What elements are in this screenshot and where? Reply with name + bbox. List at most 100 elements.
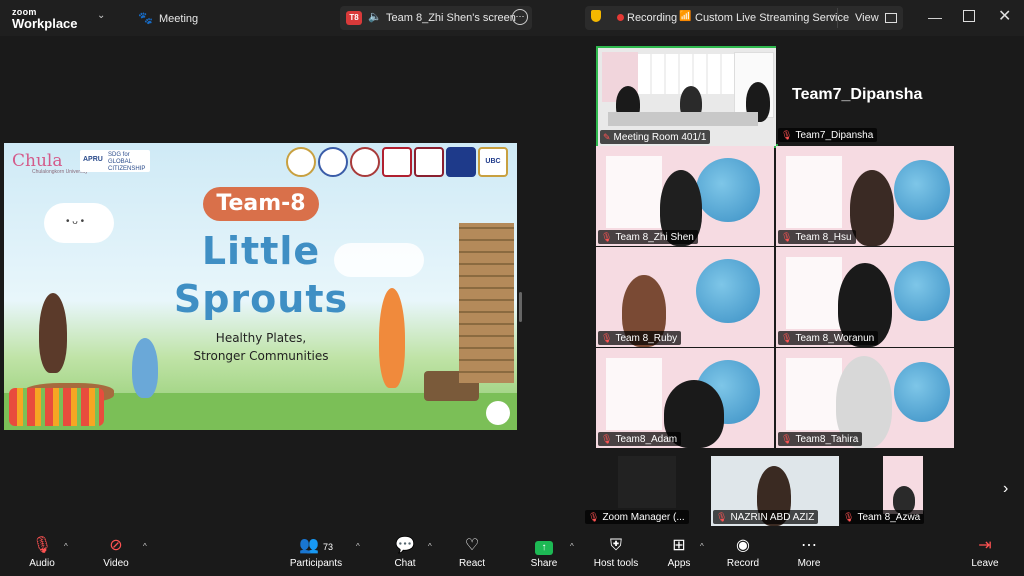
record-button[interactable]: ◉ Record [711,536,775,569]
record-icon: ◉ [736,537,750,554]
participant-name: NAZRIN ABD AZIZ [730,512,815,523]
participant-tile-tahira[interactable]: 🎙 Team8_Tahira [776,348,954,448]
video-button[interactable]: ⊘ Video [84,536,148,569]
minimize-icon[interactable]: — [928,9,942,25]
participant-tile-zoom-manager[interactable] [618,456,676,508]
share-screen-icon: ↑ [512,536,576,556]
participant-name-label: 🎙 Team8_Adam [598,432,682,446]
host-tools-button[interactable]: ⛨ Host tools [584,536,648,569]
app-logo-bottom: Workplace [12,16,78,31]
chula-logo: Chula [12,151,63,171]
mic-off-icon: 🎙 [601,333,613,343]
participant-tile-adam[interactable]: 🎙 Team8_Adam [596,348,774,448]
share-button[interactable]: ↑ Share [512,536,576,569]
participant-name-label: 🎙 Team 8_Hsu [778,230,856,244]
participant-name-label: 🎙 Team8_Tahira [778,432,863,446]
globe-illustration [894,362,950,422]
participants-options-caret[interactable]: ^ [356,542,360,551]
participant-tile-dipansha[interactable]: Team7_Dipansha 🎙 Team7_Dipansha [776,46,954,144]
chevron-down-icon[interactable]: ⌄ [97,10,105,21]
mic-off-icon: 🎙 [781,130,793,140]
participant-tile-azwa[interactable] [883,456,923,514]
shield-icon [591,10,601,22]
child-illustration [132,338,158,398]
participant-name: Team 8_Ruby [615,333,678,344]
participant-tile-ruby[interactable]: 🎙 Team 8_Ruby [596,247,774,347]
audio-options-caret[interactable]: ^ [64,542,68,551]
video-label: Video [103,558,129,569]
view-button[interactable]: View [855,12,879,24]
participant-tile-woranun[interactable]: 🎙 Team 8_Woranun [776,247,954,347]
bottom-toolbar: 🎙 Audio ^ ⊘ Video ^ 👥 73 Participants ^ 💬… [0,530,1024,576]
wooden-shed-illustration [459,223,514,383]
participant-name: Team 8_Woranun [795,333,875,344]
record-dot-icon [617,14,624,21]
apru-logo: APRU [83,156,103,163]
slide-title-line2: Sprouts [173,277,349,321]
participant-name-label: ✎ Meeting Room 401/1 [600,130,711,144]
share-label: Share [530,558,558,569]
participant-name: Team8_Adam [615,434,678,445]
virtual-background-poster [786,358,842,430]
virtual-background-poster [786,257,842,329]
meeting-label: Meeting [159,13,199,25]
recording-label[interactable]: Recording [627,12,677,24]
react-button[interactable]: ♡ React [440,536,504,569]
participant-name: Team7_Dipansha [795,130,874,141]
university-emblem-2 [318,147,348,177]
more-button[interactable]: ⋯ More [777,536,841,569]
mic-off-icon: 🎙 [781,232,793,242]
university-emblem-6 [446,147,476,177]
maximize-icon[interactable] [963,10,975,22]
participant-tile-featured[interactable]: ✎ Meeting Room 401/1 [596,46,778,148]
mic-off-icon: 🎙 [601,434,613,444]
share-options-caret[interactable]: ^ [570,542,574,551]
close-icon[interactable]: ✕ [998,6,1011,26]
audio-button[interactable]: 🎙 Audio [10,536,74,569]
chat-button[interactable]: 💬 Chat [373,536,437,569]
participants-label: Participants [289,558,343,569]
participant-name-label: 🎙 Team 8_Azwa [840,510,925,524]
leave-button[interactable]: ⇥ Leave [953,536,1017,569]
participant-name-label: 🎙 Team 8_Zhi Shen [598,230,698,244]
university-emblem-4 [382,147,412,177]
apps-options-caret[interactable]: ^ [700,542,704,551]
university-emblem-5 [414,147,444,177]
virtual-background-poster [606,358,662,430]
university-emblem-1 [286,147,316,177]
video-options-caret[interactable]: ^ [143,542,147,551]
cloud-face: • ᴗ • [66,216,85,227]
chevron-right-icon[interactable]: › [1003,480,1008,498]
share-indicator[interactable]: T8 🔈 Team 8_Zhi Shen's screen ⋯ [340,6,532,30]
sdg-logo: SDG for GLOBAL CITIZENSHIP [108,152,146,172]
participant-name: Team 8_Azwa [857,512,921,523]
university-emblem-3 [350,147,380,177]
heart-icon: ♡ [464,537,480,554]
top-bar: zoom Workplace ⌄ 🐾 Meeting T8 🔈 Team 8_Z… [0,0,1024,36]
participant-tile-zhi-shen[interactable]: 🎙 Team 8_Zhi Shen [596,146,774,246]
mic-off-icon: 🎙 [843,512,855,522]
more-options-icon[interactable]: ⋯ [512,9,528,25]
farmer-man-illustration [379,288,405,388]
leave-label: Leave [971,558,999,569]
apps-button[interactable]: ⊞ Apps [647,536,711,569]
paw-icon: 🐾 [138,11,153,25]
participant-tile-nazrin[interactable]: 🎙 NAZRIN ABD AZIZ [711,456,839,526]
pin-icon: ✎ [603,132,611,142]
shield-icon: ⛨ [609,537,622,554]
streaming-label[interactable]: Custom Live Streaming Service [695,12,849,24]
participant-name-label: 🎙 Zoom Manager (... [585,510,689,524]
participant-name: Team 8_Hsu [795,232,852,243]
audio-label: Audio [29,558,55,569]
slide-subtitle-line2: Stronger Communities [193,349,329,363]
participant-name-label: 🎙 Team7_Dipansha [778,128,878,142]
participant-tile-hsu[interactable]: 🎙 Team 8_Hsu [776,146,954,246]
globe-illustration [894,261,950,321]
video-off-icon: ⊘ [109,537,123,554]
table [608,112,758,126]
globe-illustration [696,158,760,222]
farmer-girl-illustration [39,293,67,373]
chat-options-caret[interactable]: ^ [428,542,432,551]
participants-button[interactable]: 👥 73 Participants [284,536,348,569]
split-resize-handle[interactable] [519,292,522,322]
